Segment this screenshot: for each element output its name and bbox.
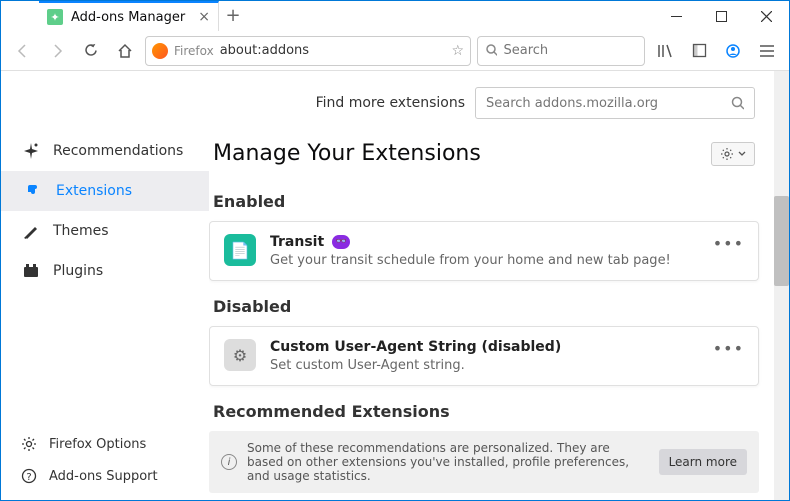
search-icon: [486, 44, 497, 57]
gear-2-icon: ⚙: [224, 339, 256, 371]
bookmark-icon[interactable]: ☆: [451, 43, 464, 59]
home-button[interactable]: [111, 37, 139, 65]
footer-label: Firefox Options: [49, 437, 146, 452]
extension-name: Custom User-Agent String (disabled): [270, 339, 561, 355]
sidebar-item-label: Extensions: [56, 183, 132, 199]
sidebar-item-extensions[interactable]: Extensions: [1, 171, 209, 211]
private-badge-icon: 👓: [332, 235, 350, 249]
sidebar-item-label: Plugins: [53, 263, 103, 279]
main-content: Find more extensions Manage Your Extensi…: [209, 71, 789, 500]
url-prefix: Firefox: [174, 44, 214, 58]
tab-title: Add-ons Manager: [71, 10, 185, 25]
page-title: Manage Your Extensions: [213, 141, 481, 166]
url-bar[interactable]: Firefox ☆: [145, 36, 471, 66]
transit-icon: 📄: [224, 234, 256, 266]
extension-card-uastring[interactable]: ⚙ Custom User-Agent String (disabled) Se…: [209, 326, 759, 386]
sidebar-item-themes[interactable]: Themes: [1, 211, 209, 251]
info-icon: i: [221, 454, 237, 470]
svg-text:?: ?: [26, 472, 31, 483]
settings-dropdown[interactable]: [711, 142, 755, 166]
sidebar: Recommendations Extensions Themes Plugin…: [1, 71, 209, 500]
extension-name: Transit: [270, 234, 324, 250]
browser-tab[interactable]: ✦ Add-ons Manager ×: [39, 1, 219, 31]
forward-button[interactable]: [43, 37, 71, 65]
firefox-icon: [152, 43, 168, 59]
search-bar[interactable]: [477, 36, 645, 66]
back-button[interactable]: [9, 37, 37, 65]
titlebar: ✦ Add-ons Manager × +: [1, 1, 789, 31]
footer-label: Add-ons Support: [49, 469, 158, 484]
addons-support-link[interactable]: ? Add-ons Support: [1, 460, 209, 492]
gear-icon: [21, 436, 37, 452]
extension-desc: Set custom User-Agent string.: [270, 358, 699, 373]
sparkle-icon: [21, 141, 41, 161]
search-extensions-input[interactable]: [486, 96, 731, 111]
firefox-options-link[interactable]: Firefox Options: [1, 428, 209, 460]
extension-desc: Get your transit schedule from your home…: [270, 253, 699, 268]
learn-more-button[interactable]: Learn more: [659, 449, 747, 475]
brush-icon: [21, 221, 41, 241]
toolbar: Firefox ☆: [1, 31, 789, 71]
library-button[interactable]: [651, 37, 679, 65]
chevron-down-icon: [738, 151, 746, 156]
puzzle-icon: [24, 181, 44, 201]
close-window-button[interactable]: [744, 1, 789, 31]
plugin-icon: [21, 261, 41, 281]
reload-button[interactable]: [77, 37, 105, 65]
info-banner: i Some of these recommendations are pers…: [209, 431, 759, 493]
maximize-button[interactable]: [699, 1, 744, 31]
search-extensions-field[interactable]: [475, 87, 755, 119]
sidebar-item-label: Themes: [53, 223, 109, 239]
scrollbar-thumb[interactable]: [774, 196, 789, 286]
sidebar-item-plugins[interactable]: Plugins: [1, 251, 209, 291]
search-icon: [731, 96, 744, 110]
sidebar-item-recommendations[interactable]: Recommendations: [1, 131, 209, 171]
addon-favicon: ✦: [47, 9, 63, 25]
account-button[interactable]: [719, 37, 747, 65]
extension-card-transit[interactable]: 📄 Transit 👓 Get your transit schedule fr…: [209, 221, 759, 281]
sidebar-item-label: Recommendations: [53, 143, 183, 159]
new-tab-button[interactable]: +: [219, 1, 247, 29]
url-input[interactable]: [220, 43, 446, 58]
search-input[interactable]: [503, 43, 636, 58]
disabled-heading: Disabled: [213, 297, 755, 316]
info-text: Some of these recommendations are person…: [247, 441, 649, 483]
close-icon[interactable]: ×: [198, 9, 210, 25]
menu-button[interactable]: [753, 37, 781, 65]
extension-menu-button[interactable]: •••: [713, 234, 744, 253]
recommended-heading: Recommended Extensions: [213, 402, 755, 421]
sidebar-button[interactable]: [685, 37, 713, 65]
find-more-label: Find more extensions: [316, 95, 465, 111]
gear-icon: [720, 147, 734, 161]
enabled-heading: Enabled: [213, 192, 755, 211]
minimize-button[interactable]: [654, 1, 699, 31]
help-icon: ?: [21, 468, 37, 484]
extension-menu-button[interactable]: •••: [713, 339, 744, 358]
